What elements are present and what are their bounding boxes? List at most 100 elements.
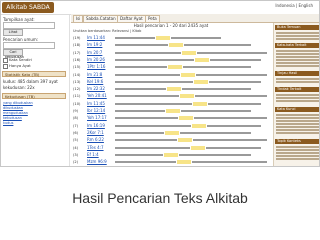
- text-line: [276, 97, 319, 99]
- search-term-highlight: [195, 57, 209, 62]
- search-term-highlight: [182, 50, 196, 55]
- right-panel-heading[interactable]: Kata-kata Terkait: [275, 43, 319, 48]
- related-word-link[interactable]: yang dikuduskan: [3, 101, 33, 105]
- result-number: (15): [73, 65, 81, 70]
- verse-reference-link[interactable]: 1Tes 4:7: [87, 145, 104, 150]
- result-number: (5): [73, 138, 79, 143]
- right-panel-heading[interactable]: Kata Kunci: [275, 107, 319, 112]
- verse-reference-link[interactable]: Im 11:45: [87, 101, 105, 106]
- verse-text: [115, 50, 267, 55]
- result-row: (3) Ef 1:4: [71, 152, 271, 159]
- search-input[interactable]: kekudusan: [3, 42, 55, 59]
- result-row: (13) Kel 19:6: [71, 79, 271, 86]
- search-results: Hasil pencarian 1 - 20 dari 2435 ayat Ur…: [71, 23, 271, 166]
- tab-sabda-catatan[interactable]: Sabda.Catatan: [83, 15, 119, 22]
- text-line: [276, 158, 319, 160]
- search-term-highlight: [164, 152, 178, 157]
- result-number: (9): [73, 109, 79, 113]
- right-panel: Buka Temuan Kata-kata Terkait Tinjau Has…: [273, 23, 319, 166]
- text-line: [276, 32, 319, 34]
- result-row: (16) Im 20:26: [71, 57, 271, 64]
- tab-bar: Isi Sabda.Catatan Daftar Ayat Peta: [71, 14, 319, 23]
- search-term-highlight: [169, 43, 183, 48]
- verse-text: [115, 137, 267, 143]
- language-switch[interactable]: Indonesia | English: [275, 3, 313, 8]
- verse-reference-link[interactable]: Im 11:44: [87, 35, 105, 40]
- right-panel-heading[interactable]: Tinjau Hasil: [275, 71, 319, 76]
- text-line: [276, 62, 319, 64]
- verse-text: [115, 72, 267, 77]
- result-row: (10) Im 11:45: [71, 101, 271, 108]
- result-number: (14): [73, 72, 81, 77]
- search-term-highlight: [194, 79, 208, 84]
- verse-text: [115, 123, 267, 128]
- verse-reference-link[interactable]: 2Kor 7:1: [87, 130, 104, 135]
- option-check-1[interactable]: Kata Sendiri: [3, 57, 32, 63]
- word-stat-line-2: kekudusan: 22x: [3, 85, 35, 90]
- slide-caption: Hasil Pencarian Teks Alkitab: [72, 190, 248, 206]
- search-term-highlight: [178, 138, 192, 143]
- option-check-2[interactable]: Hanya Ayat: [3, 63, 31, 69]
- related-word-link[interactable]: kudus: [3, 121, 13, 125]
- text-line: [276, 120, 319, 122]
- verse-reference-link[interactable]: Ibr 12:14: [87, 108, 105, 113]
- related-word-link[interactable]: menguduskan: [3, 111, 28, 115]
- verse-reference-link[interactable]: Kel 19:6: [87, 79, 103, 84]
- result-number: (18): [73, 43, 81, 48]
- text-line: [276, 53, 319, 55]
- verse-reference-link[interactable]: Ef 1:4: [87, 152, 99, 157]
- result-number: (11): [73, 94, 81, 99]
- passage-input[interactable]: [3, 22, 55, 29]
- verse-text: [115, 64, 267, 70]
- text-line: [276, 146, 319, 148]
- verse-text: [115, 101, 267, 106]
- verse-reference-link[interactable]: Im 22:32: [87, 86, 105, 91]
- word-stats-header: Statistik Kata (TB): [2, 71, 66, 77]
- text-line: [276, 81, 319, 83]
- result-row: (4) 1Tes 4:7: [71, 145, 271, 152]
- site-logo[interactable]: Alkitab SABDA: [2, 2, 54, 13]
- verse-text: [115, 152, 267, 157]
- right-panel-heading[interactable]: Buka Temuan: [275, 25, 319, 30]
- sort-options[interactable]: Urutkan berdasarkan: Relevansi | Kitab: [73, 29, 269, 33]
- search-term-highlight: [168, 65, 182, 70]
- text-line: [276, 56, 319, 58]
- verse-text: [115, 93, 267, 99]
- tab-peta[interactable]: Peta: [145, 15, 160, 22]
- related-word-link[interactable]: dikuduskan: [3, 106, 23, 110]
- search-term-highlight: [167, 87, 181, 92]
- text-line: [276, 78, 319, 80]
- verse-reference-link[interactable]: Im 20:7: [87, 50, 102, 55]
- result-row: (5) Rm 6:22: [71, 137, 271, 144]
- search-term-highlight: [166, 109, 180, 113]
- tab-isi[interactable]: Isi: [73, 15, 84, 22]
- text-line: [276, 126, 319, 128]
- text-line: [276, 94, 319, 96]
- verse-reference-link[interactable]: Yoh 17:17: [87, 115, 107, 120]
- verse-text: [115, 145, 267, 150]
- verse-reference-link[interactable]: Im 21:8: [87, 72, 102, 77]
- search-button[interactable]: Cari: [3, 49, 23, 56]
- result-number: (12): [73, 87, 81, 92]
- text-line: [276, 59, 319, 61]
- browser-screenshot: Alkitab SABDA Indonesia | English Isi Sa…: [0, 0, 320, 167]
- result-number: (6): [73, 130, 79, 135]
- search-term-highlight: [192, 123, 206, 128]
- verse-reference-link[interactable]: Yeh 20:41: [87, 93, 107, 98]
- tab-daftar-ayat[interactable]: Daftar Ayat: [117, 15, 146, 22]
- verse-reference-link[interactable]: Im 20:26: [87, 57, 105, 62]
- verse-reference-link[interactable]: Rm 6:22: [87, 137, 104, 142]
- text-line: [276, 132, 319, 134]
- text-line: [276, 129, 319, 131]
- lihat-button[interactable]: Lihat: [3, 29, 23, 36]
- verse-reference-link[interactable]: Im 19:2: [87, 42, 102, 47]
- right-panel-heading[interactable]: Topik Konteks: [275, 139, 319, 144]
- verse-reference-link[interactable]: Mzm 96:9: [87, 159, 107, 164]
- verse-reference-link[interactable]: Im 16:19: [87, 123, 105, 128]
- related-word-link[interactable]: kekudusan: [3, 116, 22, 120]
- search-term-highlight: [156, 36, 170, 40]
- right-panel-heading[interactable]: Tindak Terkait: [275, 87, 319, 92]
- result-row: (11) Yeh 20:41: [71, 93, 271, 100]
- verse-reference-link[interactable]: 1Ptr 1:16: [87, 64, 105, 69]
- text-line: [276, 123, 319, 125]
